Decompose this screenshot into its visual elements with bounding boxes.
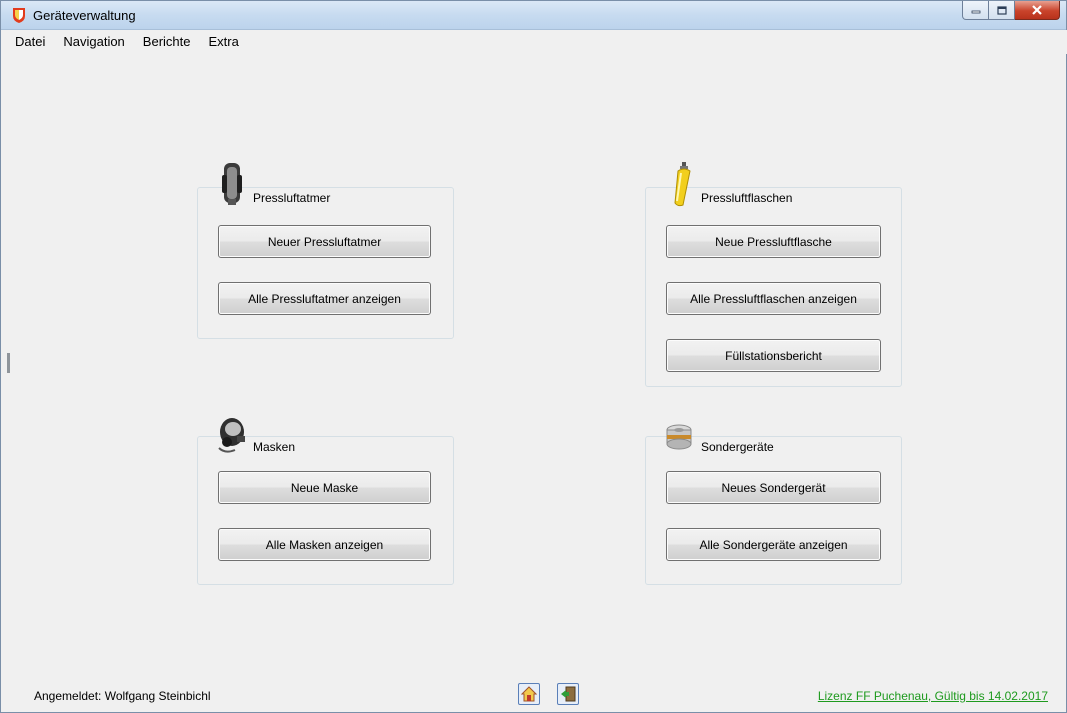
close-button[interactable] [1015, 1, 1060, 20]
application-window: Geräteverwaltung Datei Navigation Berich… [0, 0, 1067, 713]
group-header-sondergeraete: Sondergeräte [663, 410, 776, 456]
breathing-apparatus-icon [222, 163, 242, 205]
title-bar[interactable]: Geräteverwaltung [1, 1, 1066, 30]
close-icon [1032, 5, 1042, 15]
group-header-pressluftflaschen: Pressluftflaschen [663, 161, 795, 207]
group-header-pressluftatmer: Pressluftatmer [215, 161, 333, 207]
fuellstationsbericht-button[interactable]: Füllstationsbericht [666, 339, 881, 372]
window-title: Geräteverwaltung [33, 8, 136, 23]
filter-canister-icon [666, 424, 692, 450]
exit-button[interactable] [557, 683, 579, 705]
new-maske-button[interactable]: Neue Maske [218, 471, 431, 504]
group-title-sondergeraete: Sondergeräte [699, 440, 776, 454]
home-button[interactable] [518, 683, 540, 705]
mask-icon [218, 418, 245, 453]
group-title-pressluftflaschen: Pressluftflaschen [699, 191, 795, 205]
minimize-button[interactable] [962, 1, 989, 20]
window-controls [962, 1, 1060, 21]
menu-berichte[interactable]: Berichte [134, 30, 200, 54]
new-pressluftatmer-button[interactable]: Neuer Pressluftatmer [218, 225, 431, 258]
show-all-sondergeraete-button[interactable]: Alle Sondergeräte anzeigen [666, 528, 881, 561]
app-logo-icon [13, 8, 25, 23]
new-sondergeraet-button[interactable]: Neues Sondergerät [666, 471, 881, 504]
show-all-pressluftflaschen-button[interactable]: Alle Pressluftflaschen anzeigen [666, 282, 881, 315]
home-icon [521, 686, 537, 702]
group-sondergeraete [645, 436, 902, 585]
maximize-icon [996, 5, 1007, 15]
air-cylinder-icon [674, 162, 691, 207]
new-pressluftflasche-button[interactable]: Neue Pressluftflasche [666, 225, 881, 258]
maximize-button[interactable] [989, 1, 1015, 20]
show-all-pressluftatmer-button[interactable]: Alle Pressluftatmer anzeigen [218, 282, 431, 315]
menu-navigation[interactable]: Navigation [54, 30, 133, 54]
group-masken [197, 436, 454, 585]
logged-in-user: Angemeldet: Wolfgang Steinbichl [34, 689, 211, 703]
group-title-masken: Masken [251, 440, 298, 454]
exit-door-icon [561, 686, 576, 702]
group-title-pressluftatmer: Pressluftatmer [251, 191, 333, 205]
menu-extra[interactable]: Extra [200, 30, 248, 54]
show-all-masken-button[interactable]: Alle Masken anzeigen [218, 528, 431, 561]
menu-datei[interactable]: Datei [2, 30, 54, 54]
license-link[interactable]: Lizenz FF Puchenau, Gültig bis 14.02.201… [818, 689, 1048, 703]
resize-grip[interactable] [7, 353, 10, 373]
menu-bar: Datei Navigation Berichte Extra [2, 30, 1067, 54]
group-header-masken: Masken [215, 410, 298, 456]
minimize-icon [971, 10, 980, 14]
group-pressluftatmer [197, 187, 454, 339]
